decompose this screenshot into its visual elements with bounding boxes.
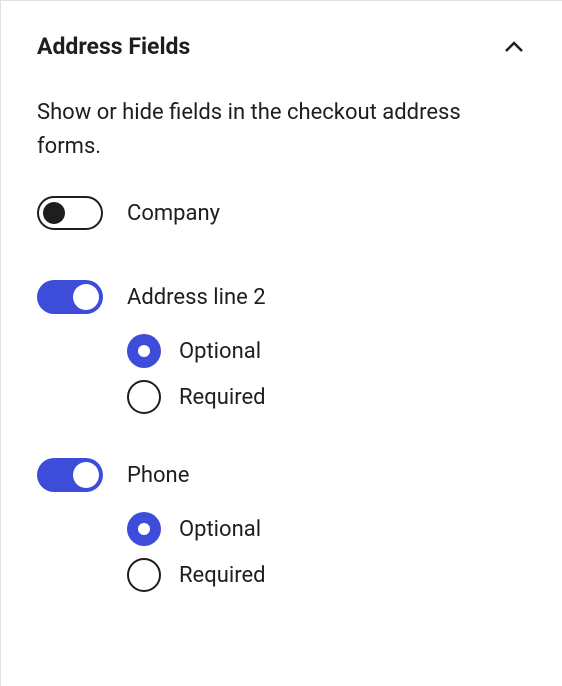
toggle-phone[interactable] — [37, 458, 103, 492]
panel-title: Address Fields — [37, 33, 190, 60]
field-label-company: Company — [127, 201, 220, 226]
radio-address2-optional[interactable]: Optional — [127, 334, 526, 368]
toggle-knob — [73, 462, 99, 488]
radio-phone-required[interactable]: Required — [127, 558, 526, 592]
field-row-phone: Phone — [37, 458, 526, 492]
field-row-company: Company — [37, 196, 526, 230]
field-address2: Address line 2 Optional Required — [37, 280, 526, 414]
radio-button-checked — [127, 512, 161, 546]
radio-button-unchecked — [127, 558, 161, 592]
radio-phone-optional[interactable]: Optional — [127, 512, 526, 546]
radio-button-checked — [127, 334, 161, 368]
radio-label-required: Required — [179, 385, 266, 410]
field-row-address2: Address line 2 — [37, 280, 526, 314]
radio-label-optional: Optional — [179, 517, 261, 542]
panel-header[interactable]: Address Fields — [37, 33, 526, 60]
radio-group-phone: Optional Required — [127, 512, 526, 592]
radio-button-unchecked — [127, 380, 161, 414]
radio-label-required: Required — [179, 563, 266, 588]
panel-description: Show or hide fields in the checkout addr… — [37, 96, 526, 164]
toggle-address2[interactable] — [37, 280, 103, 314]
toggle-knob — [73, 284, 99, 310]
chevron-up-icon[interactable] — [502, 35, 526, 59]
radio-label-optional: Optional — [179, 339, 261, 364]
toggle-knob — [43, 202, 65, 224]
field-company: Company — [37, 196, 526, 230]
radio-group-address2: Optional Required — [127, 334, 526, 414]
field-label-phone: Phone — [127, 463, 189, 488]
address-fields-panel: Address Fields Show or hide fields in th… — [0, 0, 562, 686]
field-phone: Phone Optional Required — [37, 458, 526, 592]
radio-address2-required[interactable]: Required — [127, 380, 526, 414]
toggle-company[interactable] — [37, 196, 103, 230]
field-label-address2: Address line 2 — [127, 285, 266, 310]
